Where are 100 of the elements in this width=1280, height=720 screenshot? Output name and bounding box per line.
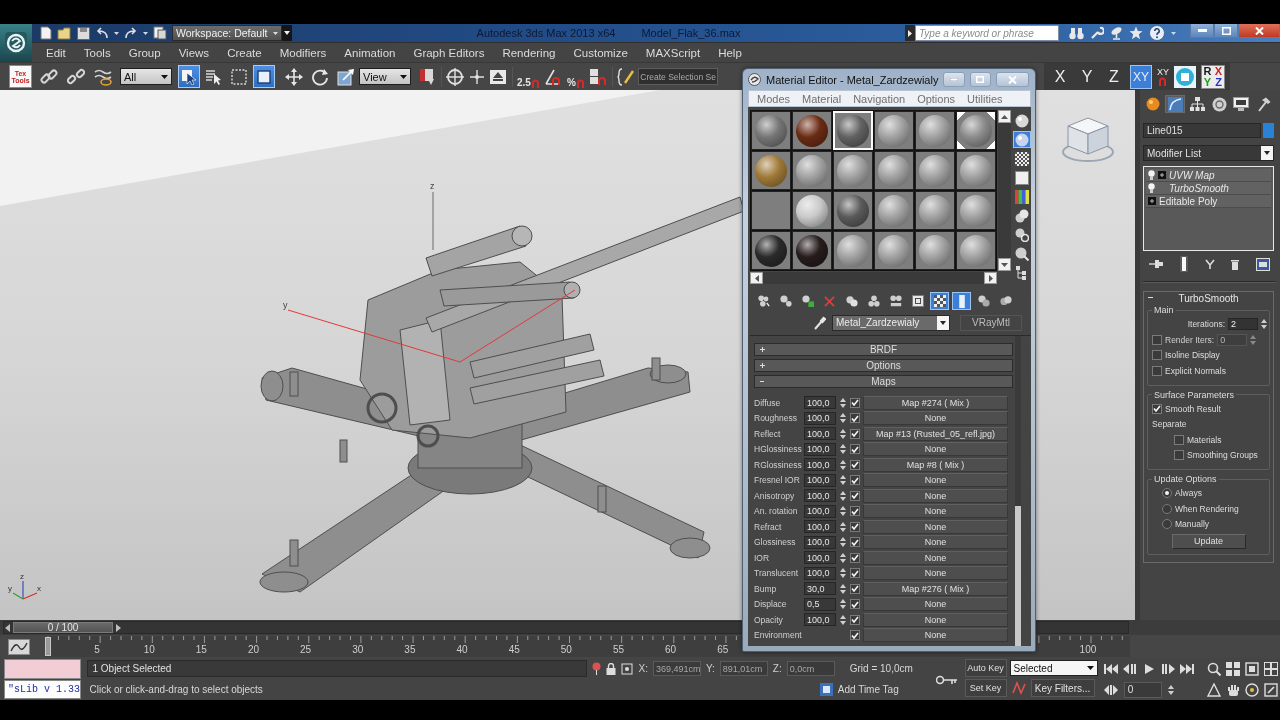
- spinner-field[interactable]: 2: [1228, 318, 1258, 330]
- magnet-icon[interactable]: [575, 78, 585, 88]
- spinner-arrows-icon[interactable]: [1167, 684, 1174, 695]
- binoculars-icon[interactable]: [1069, 26, 1084, 40]
- circle-square-icon[interactable]: [1174, 65, 1196, 88]
- color-swatch-icon[interactable]: [1263, 123, 1274, 138]
- amount-field[interactable]: 100,0: [804, 489, 836, 503]
- rollout-header[interactable]: TurboSmooth: [1144, 292, 1273, 304]
- checkbox[interactable]: [850, 599, 860, 610]
- spinner-arrows-icon[interactable]: [840, 521, 846, 532]
- caret-left-icon[interactable]: [754, 274, 759, 282]
- checkbox[interactable]: [850, 568, 860, 579]
- modifier-stack-item[interactable]: Editable Poly: [1146, 195, 1271, 208]
- map-button[interactable]: None: [863, 566, 1008, 581]
- go-to-start-icon[interactable]: [1103, 663, 1118, 674]
- next-frame-icon[interactable]: [1160, 663, 1175, 674]
- checkbox[interactable]: [850, 397, 860, 408]
- named-selection-field[interactable]: Create Selection Se: [638, 68, 719, 85]
- amount-field[interactable]: 0,5: [804, 597, 836, 611]
- checkbox[interactable]: [850, 537, 860, 548]
- caret-down-icon[interactable]: [114, 31, 119, 35]
- checkbox[interactable]: [1152, 403, 1162, 414]
- squares-magnet-icon[interactable]: [589, 67, 608, 86]
- menu-item[interactable]: Modifiers: [270, 46, 336, 59]
- hook-icon[interactable]: [1090, 26, 1104, 40]
- window-icon[interactable]: [1256, 257, 1270, 271]
- zigzag-icon[interactable]: [1011, 681, 1026, 695]
- close-button[interactable]: [1238, 24, 1280, 38]
- reference-coordinate-dropdown[interactable]: View: [359, 68, 411, 85]
- triangle-icon[interactable]: [1207, 682, 1221, 697]
- spinner-arrows-icon[interactable]: [840, 459, 846, 470]
- caret-right-icon[interactable]: [116, 623, 121, 632]
- magnifier-icon[interactable]: [1207, 661, 1221, 676]
- bar-icon[interactable]: [1179, 256, 1188, 272]
- map-button[interactable]: None: [863, 473, 1008, 488]
- plug-icon[interactable]: [1149, 259, 1163, 269]
- key-icon[interactable]: [935, 674, 958, 685]
- checkbox[interactable]: [850, 475, 860, 486]
- menu-item[interactable]: Navigation: [847, 92, 912, 105]
- parameters-scrollbar[interactable]: [1015, 336, 1021, 646]
- rollout-header[interactable]: Options: [754, 359, 1013, 372]
- checkbox[interactable]: [850, 413, 860, 424]
- caret-right-icon[interactable]: [908, 29, 912, 37]
- grid-icon[interactable]: [1226, 661, 1240, 676]
- checkbox[interactable]: [850, 428, 860, 439]
- search-field[interactable]: Type a keyword or phrase: [915, 25, 1059, 41]
- menu-item[interactable]: Views: [169, 46, 219, 59]
- spinner-arrows-icon[interactable]: [840, 397, 846, 408]
- modifier-stack-item[interactable]: TurboSmooth: [1146, 182, 1271, 195]
- menu-item[interactable]: Utilities: [961, 92, 1009, 105]
- radio-button[interactable]: [1162, 519, 1172, 529]
- coordinate-field[interactable]: 369,491cm: [652, 661, 701, 676]
- menu-item[interactable]: MAXScript: [636, 46, 710, 59]
- trash-icon[interactable]: [1231, 258, 1240, 270]
- percent-snap-toggle[interactable]: %: [566, 65, 585, 88]
- checkbox[interactable]: [1152, 365, 1162, 376]
- menu-item[interactable]: Tools: [74, 46, 120, 59]
- map-button[interactable]: Map #8 ( Mix ): [863, 457, 1008, 472]
- time-marker[interactable]: [45, 637, 51, 656]
- ring-dot-icon[interactable]: [1245, 682, 1259, 697]
- star-icon[interactable]: [1129, 26, 1143, 40]
- spinner-arrows-icon[interactable]: [840, 428, 846, 439]
- square-icon[interactable]: [819, 683, 833, 696]
- waves-icon[interactable]: [94, 67, 112, 86]
- radio-button[interactable]: [1162, 503, 1172, 514]
- save-icon[interactable]: [77, 26, 90, 40]
- vertical-scrollbar[interactable]: [998, 110, 1011, 271]
- spinner-arrows-icon[interactable]: [840, 568, 846, 579]
- set-key-button[interactable]: Set Key: [964, 679, 1007, 697]
- auto-key-button[interactable]: Auto Key: [964, 659, 1007, 677]
- dropdown-arrow-button[interactable]: [282, 25, 292, 41]
- close-button[interactable]: [996, 72, 1029, 87]
- spinner-arrows-icon[interactable]: [840, 506, 846, 517]
- object-name-field[interactable]: Line015: [1143, 123, 1261, 138]
- search-expand-button[interactable]: [905, 25, 915, 41]
- previous-frame-icon[interactable]: [1122, 663, 1137, 674]
- menu-item[interactable]: Options: [911, 92, 962, 105]
- map-button[interactable]: None: [863, 411, 1008, 426]
- axis-constraint-snap-button[interactable]: XY: [1157, 64, 1169, 89]
- spinner-arrows-icon[interactable]: [840, 552, 846, 563]
- menu-item[interactable]: Animation: [335, 46, 405, 59]
- menu-item[interactable]: Modes: [751, 92, 797, 105]
- current-frame-field[interactable]: 0: [1123, 681, 1162, 698]
- maximize-icon[interactable]: [1221, 26, 1231, 35]
- spinner-arrows-icon[interactable]: [840, 475, 846, 486]
- checkbox[interactable]: [850, 583, 860, 594]
- amount-field[interactable]: 100,0: [804, 520, 836, 534]
- plus-box-icon[interactable]: [1148, 197, 1156, 205]
- map-button[interactable]: None: [863, 535, 1008, 550]
- application-button[interactable]: [0, 24, 32, 62]
- map-button[interactable]: None: [863, 519, 1008, 534]
- checkbox[interactable]: [850, 630, 860, 641]
- menu-item[interactable]: Customize: [564, 46, 637, 59]
- curve-editor-icon[interactable]: [8, 638, 30, 655]
- swirl-logo-icon[interactable]: [5, 32, 27, 54]
- light-bulb-icon[interactable]: [1148, 183, 1155, 193]
- map-button[interactable]: Map #276 ( Mix ): [863, 581, 1008, 596]
- spinner-arrows-icon[interactable]: [840, 583, 846, 594]
- spinner-arrows-icon[interactable]: [840, 413, 846, 424]
- folder-icon[interactable]: [57, 26, 72, 40]
